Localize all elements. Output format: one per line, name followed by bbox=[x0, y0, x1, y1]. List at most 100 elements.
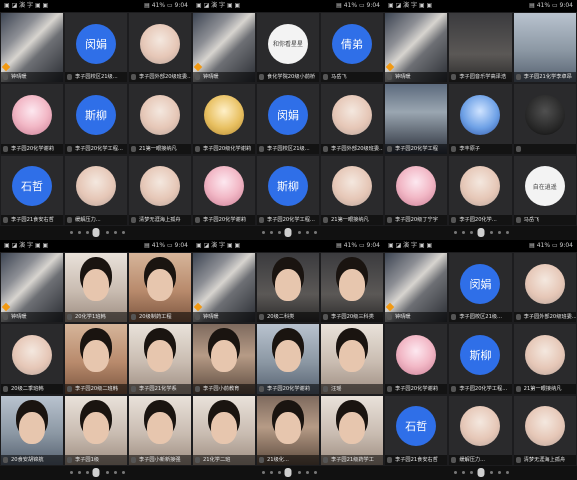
participant-tile[interactable]: 李子园20化学谢莉 bbox=[257, 324, 319, 394]
participant-tile[interactable]: 倩弟 马岳飞 bbox=[321, 13, 383, 83]
page-indicator-dot[interactable] bbox=[298, 231, 301, 234]
page-indicator-dot[interactable] bbox=[122, 471, 125, 474]
participant-tile[interactable]: 李子园21级药学工 bbox=[321, 395, 383, 465]
page-indicator-dot[interactable] bbox=[306, 231, 309, 234]
participant-tile[interactable]: 20化学1班韩 bbox=[65, 253, 127, 323]
participant-tile[interactable]: 汪瑶 bbox=[321, 324, 383, 394]
participant-tile[interactable]: 闵娟 李子园校区21级... bbox=[257, 84, 319, 154]
participant-tile[interactable]: 清梦无涯海上孤舟 bbox=[129, 155, 191, 225]
participant-tile[interactable]: 自在逍遥 马岳飞 bbox=[513, 155, 576, 225]
page-indicator-dot[interactable] bbox=[78, 471, 81, 474]
participant-tile[interactable]: 李子园20级化学谢莉 bbox=[193, 84, 255, 154]
page-indicator-dot[interactable] bbox=[498, 471, 501, 474]
mute-button[interactable] bbox=[92, 228, 100, 237]
page-indicator-dot[interactable] bbox=[306, 471, 309, 474]
participant-tile[interactable]: 李子园20化学... bbox=[449, 155, 512, 225]
page-indicator-dot[interactable] bbox=[70, 231, 73, 234]
page-indicator-dot[interactable] bbox=[122, 231, 125, 234]
page-indicator-dot[interactable] bbox=[470, 231, 473, 234]
page-indicator-dot[interactable] bbox=[490, 471, 493, 474]
participant-tile[interactable]: 李子园20化学谢莉 bbox=[385, 324, 448, 394]
participant-tile[interactable]: 20级二科类 bbox=[257, 253, 319, 323]
participant-tile[interactable]: 闵娟 李子园校区21级... bbox=[65, 13, 127, 83]
page-indicator-dot[interactable] bbox=[314, 471, 317, 474]
mute-button[interactable] bbox=[284, 468, 292, 477]
page-indicator-dot[interactable] bbox=[314, 231, 317, 234]
participant-tile[interactable]: 李子园20级二班韩 bbox=[65, 324, 127, 394]
page-indicator-dot[interactable] bbox=[278, 231, 281, 234]
participant-tile[interactable]: 20级制药工程 bbox=[129, 253, 191, 323]
participant-tile[interactable]: 石哲 李子园21食安右哲 bbox=[385, 395, 448, 465]
participant-tile[interactable]: 20级二季班韩 bbox=[1, 324, 63, 394]
participant-tile[interactable]: 李子园外部20级班委... bbox=[321, 84, 383, 154]
page-indicator-dot[interactable] bbox=[506, 231, 509, 234]
participant-tile[interactable]: 李子园20化学谢莉 bbox=[193, 155, 255, 225]
mute-button[interactable] bbox=[92, 468, 100, 477]
page-indicator-dot[interactable] bbox=[86, 471, 89, 474]
participant-tile[interactable]: 钟晴暖 bbox=[385, 13, 448, 83]
participant-tile[interactable]: 李子园外部20级班委... bbox=[129, 13, 191, 83]
page-indicator-dot[interactable] bbox=[278, 471, 281, 474]
participant-name: 汪瑶 bbox=[321, 383, 383, 394]
participant-tile[interactable]: 和你看星星 食化学院20级小前桥 bbox=[257, 13, 319, 83]
page-indicator-dot[interactable] bbox=[114, 471, 117, 474]
participant-tile[interactable]: 钟晴暖 bbox=[193, 253, 255, 323]
mute-button[interactable] bbox=[477, 228, 484, 237]
participant-tile[interactable]: 李子园20级三科类 bbox=[321, 253, 383, 323]
participant-tile[interactable]: 缓解压力... bbox=[449, 395, 512, 465]
participant-tile[interactable]: 李子园20化学工程 bbox=[385, 84, 448, 154]
participant-tile[interactable]: 21化学二班 bbox=[193, 395, 255, 465]
participant-tile[interactable]: 李子园1级 bbox=[65, 395, 127, 465]
participant-tile[interactable]: 李子园小前教育 bbox=[193, 324, 255, 394]
participant-tile[interactable]: 闵娟 李子园校区21级... bbox=[449, 253, 512, 323]
participant-tile[interactable]: 李子园音乐学高泽浩 bbox=[449, 13, 512, 83]
page-indicator-dot[interactable] bbox=[270, 231, 273, 234]
page-indicator-dot[interactable] bbox=[86, 231, 89, 234]
participant-name: 21化学二班 bbox=[193, 455, 255, 465]
participant-tile[interactable]: 李子园21化学系 bbox=[129, 324, 191, 394]
participant-tile[interactable]: 李子园小新新接强 bbox=[129, 395, 191, 465]
participant-tile[interactable]: 清梦无涯海上孤舟 bbox=[513, 395, 576, 465]
page-indicator-dot[interactable] bbox=[298, 471, 301, 474]
participant-tile[interactable]: 李子园20化学谢莉 bbox=[1, 84, 63, 154]
page-indicator-dot[interactable] bbox=[106, 471, 109, 474]
participant-tile[interactable]: 20食安胡锦航 bbox=[1, 395, 63, 465]
page-indicator-dot[interactable] bbox=[490, 231, 493, 234]
page-indicator-dot[interactable] bbox=[270, 471, 273, 474]
participant-tile[interactable]: 钟晴暖 bbox=[385, 253, 448, 323]
page-indicator-dot[interactable] bbox=[454, 231, 457, 234]
participant-tile[interactable]: 缓解压力... bbox=[65, 155, 127, 225]
participant-tile[interactable]: 斯柳 李子园20化学工程... bbox=[65, 84, 127, 154]
page-indicator-dot[interactable] bbox=[498, 231, 501, 234]
participant-tile[interactable]: 21第一眼接纳凡 bbox=[129, 84, 191, 154]
page-indicator-dot[interactable] bbox=[262, 231, 265, 234]
page-indicator-dot[interactable] bbox=[114, 231, 117, 234]
page-indicator-dot[interactable] bbox=[78, 231, 81, 234]
participant-tile[interactable]: 李子园外部20级班委... bbox=[513, 253, 576, 323]
participant-name: 李子园20级丁宁宇 bbox=[385, 215, 448, 225]
page-indicator-dot[interactable] bbox=[470, 471, 473, 474]
participant-tile[interactable]: 钟晴暖 bbox=[1, 253, 63, 323]
participant-tile[interactable]: 钟晴暖 bbox=[193, 13, 255, 83]
participant-tile[interactable]: 21第一眼接纳凡 bbox=[321, 155, 383, 225]
participant-tile[interactable] bbox=[513, 84, 576, 154]
participant-tile[interactable]: 李子园21化学李卓昂 bbox=[513, 13, 576, 83]
page-indicator-dot[interactable] bbox=[462, 471, 465, 474]
mute-button[interactable] bbox=[284, 228, 292, 237]
participant-tile[interactable]: 石哲 李子园21食安右哲 bbox=[1, 155, 63, 225]
page-indicator-dot[interactable] bbox=[262, 471, 265, 474]
participant-tile[interactable]: 斯柳 李子园20化学工程... bbox=[257, 155, 319, 225]
page-indicator-dot[interactable] bbox=[106, 231, 109, 234]
participant-tile[interactable]: 21第一眼接纳凡 bbox=[513, 324, 576, 394]
page-indicator-dot[interactable] bbox=[462, 231, 465, 234]
participant-face bbox=[147, 411, 173, 444]
participant-tile[interactable]: 斯柳 李子园20化学工程... bbox=[449, 324, 512, 394]
mute-button[interactable] bbox=[477, 468, 484, 477]
participant-tile[interactable]: 钟晴暖 bbox=[1, 13, 63, 83]
participant-tile[interactable]: 李子园20级丁宁宇 bbox=[385, 155, 448, 225]
page-indicator-dot[interactable] bbox=[70, 471, 73, 474]
participant-tile[interactable]: 李丰原子 bbox=[449, 84, 512, 154]
page-indicator-dot[interactable] bbox=[454, 471, 457, 474]
page-indicator-dot[interactable] bbox=[506, 471, 509, 474]
participant-tile[interactable]: 21级化... bbox=[257, 395, 319, 465]
